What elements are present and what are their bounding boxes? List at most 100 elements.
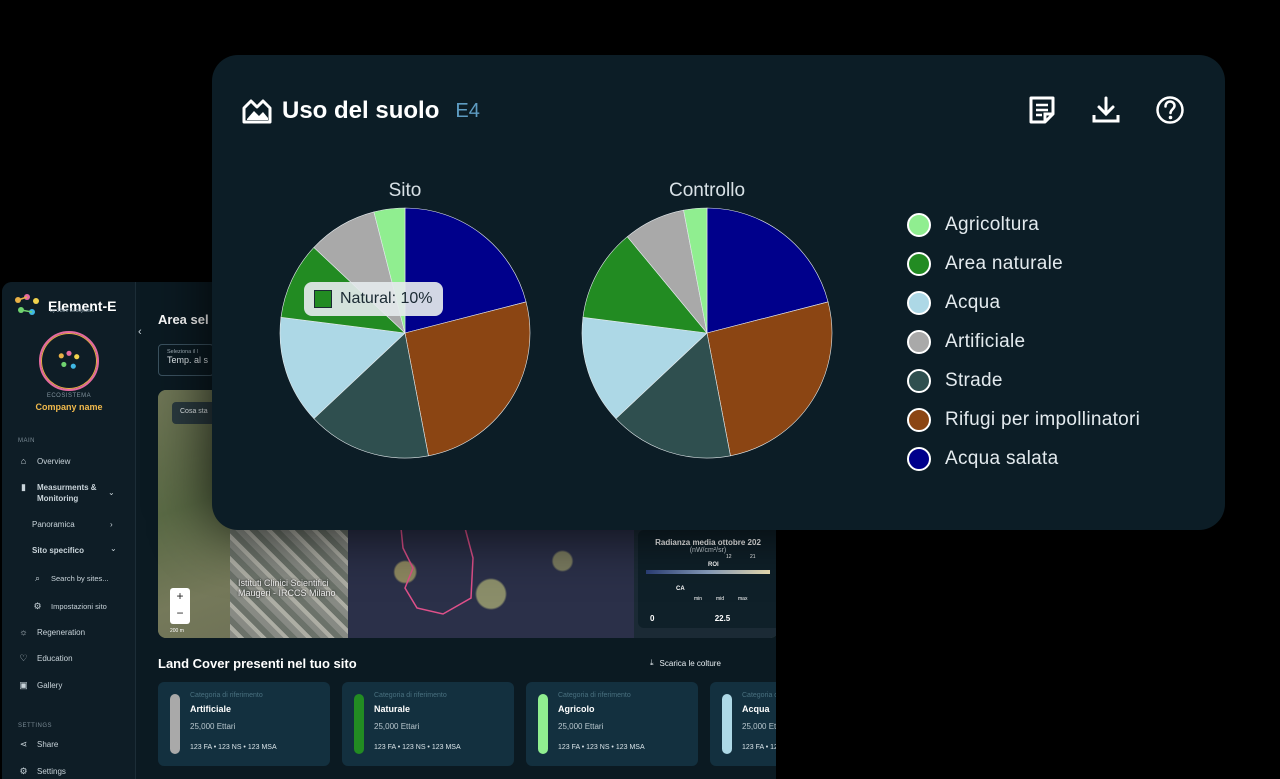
legend-label: Artificiale: [945, 330, 1026, 352]
help-icon[interactable]: [1155, 95, 1185, 125]
card-name: Agricolo: [558, 704, 595, 714]
legend-swatch: [907, 329, 931, 354]
pie-chart-controllo[interactable]: [581, 207, 833, 459]
nav-impostazioni-sito[interactable]: ⚙ Impostazioni sito: [32, 601, 106, 612]
ca-label: CA: [676, 586, 685, 592]
tooltip-swatch: [314, 290, 332, 308]
nav-gallery[interactable]: ▣ Gallery: [18, 680, 62, 691]
value-22: 22.5: [714, 614, 731, 623]
nav-search-label: Search by sites...: [51, 574, 109, 583]
legend-item[interactable]: Rifugi per impollinatori: [907, 400, 1140, 439]
site-select[interactable]: Seleziona il l Temp. al s: [158, 344, 214, 376]
nav-panoramica[interactable]: Panoramica: [32, 520, 75, 529]
section-settings-label: SETTINGS: [18, 723, 53, 729]
legend-item[interactable]: Area naturale: [907, 244, 1140, 283]
panel-code: E4: [455, 99, 480, 122]
legend-swatch: [907, 368, 931, 393]
notes-icon[interactable]: [1027, 95, 1057, 125]
value-0: 0: [650, 614, 655, 623]
legend-item[interactable]: Acqua salata: [907, 439, 1140, 478]
radiance-title: Radianza media ottobre 202: [655, 538, 761, 547]
pie-chart-sito[interactable]: [279, 207, 531, 459]
company-avatar[interactable]: [39, 331, 99, 391]
card-color-stripe: [170, 694, 180, 754]
brand[interactable]: Element-E: [12, 292, 116, 320]
zoom-out-button[interactable]: −: [170, 605, 190, 622]
ecosystem-label: ECOSISTEMA: [46, 393, 92, 399]
nav-regeneration[interactable]: ☼ Regeneration: [18, 627, 85, 638]
nav-education[interactable]: ♡ Education: [18, 653, 72, 664]
company-name: Company name: [35, 402, 103, 412]
card-color-stripe: [722, 694, 732, 754]
legend-swatch: [907, 407, 931, 432]
legend-item[interactable]: Acqua: [907, 283, 1140, 322]
card-stats: 123 FA • 123 NS • 123 MSA: [190, 744, 277, 751]
radiance-unit: (nW/cm²/sr): [689, 547, 727, 554]
tick-12: 12: [726, 554, 732, 560]
nav-overview[interactable]: ⌂ Overview: [18, 456, 71, 467]
chevron-down-icon[interactable]: ⌄: [108, 488, 115, 497]
zoom-in-button[interactable]: +: [170, 588, 190, 605]
legend-item[interactable]: Agricoltura: [907, 205, 1140, 244]
nav-sito-specifico[interactable]: Sito specifico: [32, 546, 84, 555]
land-cover-card[interactable]: Categoria di riferimento Acqua 25,000 Et…: [710, 682, 776, 766]
card-name: Artificiale: [190, 704, 232, 714]
card-hectares: 25,000 Ettari: [742, 722, 776, 731]
card-category: Categoria di riferimento: [742, 692, 776, 699]
card-stats: 123 FA • 123 NS • 123 MSA: [742, 744, 776, 751]
nav-settings[interactable]: ⚙ Settings: [18, 766, 66, 777]
nav-measurements-label-2: Monitoring: [37, 494, 79, 503]
home-icon: ⌂: [20, 456, 27, 466]
legend-swatch: [907, 212, 931, 237]
card-category: Categoria di riferimento: [558, 692, 631, 699]
legend-item[interactable]: Artificiale: [907, 322, 1140, 361]
nav-gallery-label: Gallery: [37, 681, 63, 690]
land-cover-card[interactable]: Categoria di riferimento Agricolo 25,000…: [526, 682, 698, 766]
nav-search-sites[interactable]: ⌕ Search by sites...: [32, 573, 109, 584]
card-hectares: 25,000 Ettari: [558, 722, 604, 731]
nav-sito-specifico-label: Sito specifico: [32, 546, 85, 555]
legend-item[interactable]: Strade: [907, 361, 1140, 400]
land-cover-title: Land Cover presenti nel tuo sito: [158, 656, 357, 671]
chevron-right-icon[interactable]: ›: [110, 520, 113, 529]
card-hectares: 25,000 Ettari: [190, 722, 236, 731]
gallery-icon: ▣: [19, 680, 28, 690]
map-place-label: Istituti Clinici Scientifici Maugeri - I…: [238, 578, 336, 598]
legend-label: Acqua salata: [945, 447, 1059, 469]
area-title: Area sel: [158, 312, 209, 327]
sun-icon: ☼: [19, 627, 28, 637]
panel-title: Uso del suolo: [282, 97, 440, 124]
nav-share[interactable]: ⋖ Share: [18, 739, 59, 750]
card-hectares: 25,000 Ettari: [374, 722, 420, 731]
chart-legend: Agricoltura Area naturale Acqua Artifici…: [907, 205, 1140, 478]
land-cover-card[interactable]: Categoria di riferimento Naturale 25,000…: [342, 682, 514, 766]
legend-label: Rifugi per impollinatori: [945, 408, 1141, 430]
nav-measurements[interactable]: ▮ Measurments & Monitoring: [18, 482, 97, 504]
chart-tooltip: Natural: 10%: [304, 282, 443, 316]
tick-max: max: [738, 596, 748, 602]
chevron-down-icon[interactable]: ⌄: [110, 544, 117, 553]
card-color-stripe: [354, 694, 364, 754]
download-icon[interactable]: [1091, 95, 1121, 125]
radiance-scale-bar: [646, 570, 770, 574]
land-cover-card[interactable]: Categoria di riferimento Artificiale 25,…: [158, 682, 330, 766]
search-icon: ⌕: [34, 573, 41, 583]
card-stats: 123 FA • 123 NS • 123 MSA: [558, 744, 645, 751]
legend-swatch: [907, 290, 931, 315]
zoom-control: + −: [170, 588, 190, 624]
landscape-icon: [242, 99, 272, 124]
nav-regeneration-label: Regeneration: [37, 628, 86, 637]
card-stats: 123 FA • 123 NS • 123 MSA: [374, 744, 461, 751]
legend-label: Area naturale: [945, 252, 1063, 274]
radiance-overlay: [348, 528, 634, 638]
nav-overview-label: Overview: [37, 457, 71, 466]
radiance-values: 0 22.5: [650, 614, 776, 623]
site-select-value: Temp. al s: [167, 355, 209, 365]
nav-settings-label: Settings: [37, 767, 66, 776]
brand-subtitle: by 3Bee Ecosystem: [50, 308, 95, 314]
download-crops-link[interactable]: ⤓ Scarica le colture: [650, 658, 721, 668]
gear-icon: ⚙: [19, 766, 28, 776]
legend-label: Agricoltura: [945, 213, 1040, 235]
legend-swatch: [907, 446, 931, 471]
collapse-sidebar-icon[interactable]: ‹: [138, 326, 142, 338]
